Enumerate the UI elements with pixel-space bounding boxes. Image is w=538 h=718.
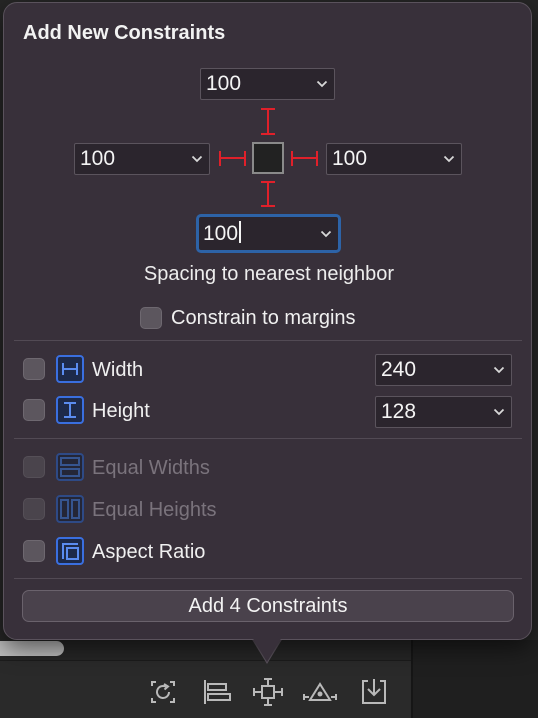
- height-value: 128: [381, 400, 417, 423]
- bottom-constraint-beam[interactable]: [261, 181, 275, 207]
- update-frames-icon[interactable]: [146, 676, 180, 708]
- equal-widths-icon: [56, 453, 84, 481]
- right-panel-bottom: [413, 640, 538, 718]
- equal-heights-label: Equal Heights: [92, 499, 217, 521]
- aspect-ratio-icon: [56, 537, 84, 565]
- height-value-dropdown[interactable]: 128: [375, 396, 512, 428]
- add-constraints-button[interactable]: Add 4 Constraints: [22, 590, 514, 622]
- width-icon: [56, 355, 84, 383]
- left-constraint-beam[interactable]: [219, 151, 246, 166]
- equal-heights-icon: [56, 495, 84, 523]
- height-icon: [56, 396, 84, 424]
- top-constraint-beam[interactable]: [261, 108, 275, 135]
- constrain-margins-checkbox[interactable]: [140, 307, 162, 329]
- width-checkbox[interactable]: [23, 358, 45, 380]
- separator: [14, 340, 522, 341]
- width-value: 240: [381, 358, 417, 381]
- embed-in-icon[interactable]: [357, 676, 391, 708]
- selected-view-square: [252, 142, 284, 174]
- equal-heights-checkbox[interactable]: [23, 498, 45, 520]
- align-icon[interactable]: [199, 676, 233, 708]
- equal-widths-checkbox[interactable]: [23, 456, 45, 478]
- width-label: Width: [92, 359, 144, 381]
- height-label: Height: [92, 400, 150, 422]
- aspect-ratio-checkbox[interactable]: [23, 540, 45, 562]
- width-value-dropdown[interactable]: 240: [375, 354, 512, 386]
- height-checkbox[interactable]: [23, 399, 45, 421]
- resolve-issues-icon[interactable]: [303, 676, 337, 708]
- popover-arrow: [252, 637, 282, 662]
- aspect-ratio-label: Aspect Ratio: [92, 541, 206, 563]
- right-constraint-beam[interactable]: [291, 151, 318, 166]
- constrain-margins-label: Constrain to margins: [171, 307, 356, 329]
- add-constraints-icon[interactable]: [251, 676, 285, 708]
- spacing-caption: Spacing to nearest neighbor: [143, 263, 395, 285]
- horizontal-scrollbar[interactable]: [0, 641, 64, 656]
- chevron-down-icon: [487, 397, 511, 427]
- chevron-down-icon: [487, 355, 511, 385]
- spacing-constraint-lines: [219, 108, 318, 207]
- separator: [14, 438, 522, 439]
- separator: [14, 578, 522, 579]
- equal-widths-label: Equal Widths: [92, 457, 210, 479]
